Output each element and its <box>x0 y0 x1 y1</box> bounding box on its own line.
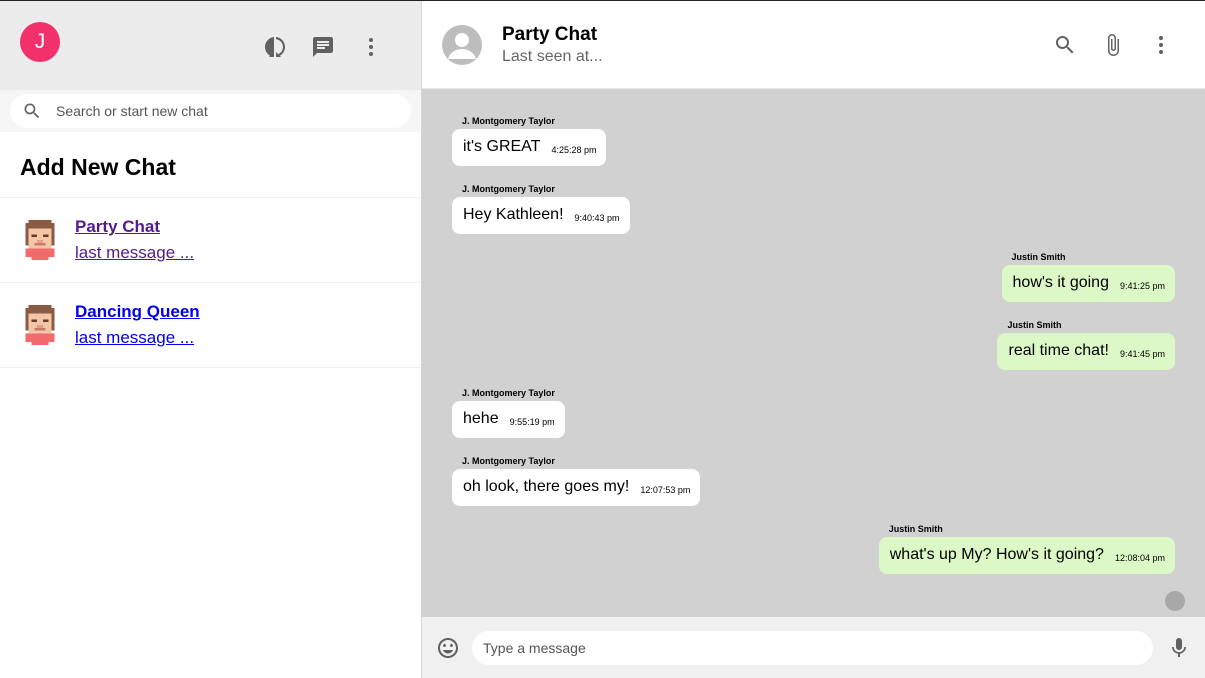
search-box <box>10 94 411 128</box>
pixel-avatar <box>25 220 55 260</box>
chat-app: J Add New Chat <box>0 0 1205 678</box>
message-text: how's it going <box>1012 274 1109 291</box>
message-time: 9:55:19 pm <box>509 417 555 427</box>
message-bubble[interactable]: hehe 9:55:19 pm <box>452 401 565 438</box>
message-bubble[interactable]: what's up My? How's it going? 12:08:04 pm <box>878 537 1175 574</box>
chat-last-message[interactable]: last message ... <box>75 328 200 348</box>
message-row: J. Montgomery Taylor it's GREAT 4:25:28 p… <box>452 116 607 166</box>
message-bubble[interactable]: how's it going 9:41:25 pm <box>1001 265 1175 302</box>
message-time: 9:41:25 pm <box>1119 281 1165 291</box>
message-text: oh look, there goes my! <box>463 478 630 495</box>
message-row: Justin Smith how's it going 9:41:25 pm <box>1001 252 1175 302</box>
message-sender: Justin Smith <box>1011 252 1066 262</box>
chat-list-item[interactable]: Party Chat last message ... <box>0 198 421 283</box>
more-vert-icon[interactable] <box>347 32 395 62</box>
message-sender: J. Montgomery Taylor <box>462 388 555 398</box>
message-time: 12:07:53 pm <box>640 485 691 495</box>
message-bubble[interactable]: oh look, there goes my! 12:07:53 pm <box>452 469 701 506</box>
add-new-chat-label: Add New Chat <box>20 154 176 180</box>
chat-header: Party Chat Last seen at... <box>422 1 1205 89</box>
message-bubble[interactable]: real time chat! 9:41:45 pm <box>997 333 1175 370</box>
message-text: it's GREAT <box>463 138 541 155</box>
message-row: Justin Smith what's up My? How's it goin… <box>878 524 1175 574</box>
message-time: 9:40:43 pm <box>574 213 620 223</box>
message-sender: Justin Smith <box>888 524 943 534</box>
emoji-icon[interactable] <box>436 636 460 660</box>
last-seen: Last seen at... <box>502 47 603 65</box>
pixel-avatar <box>25 305 55 345</box>
chat-icon[interactable] <box>299 32 347 62</box>
sidebar-header: J <box>0 1 421 90</box>
message-row: J. Montgomery Taylor oh look, there goes… <box>452 456 701 506</box>
message-row: Justin Smith real time chat! 9:41:45 pm <box>997 320 1175 370</box>
status-icon[interactable] <box>251 32 299 62</box>
message-text: real time chat! <box>1008 342 1109 359</box>
person-icon <box>448 32 476 59</box>
message-input-box <box>472 630 1153 665</box>
message-time: 12:08:04 pm <box>1114 553 1165 563</box>
more-vert-icon[interactable] <box>1137 30 1185 60</box>
user-avatar[interactable]: J <box>20 22 60 62</box>
search-container <box>0 90 421 132</box>
message-bubble[interactable]: Hey Kathleen! 9:40:43 pm <box>452 197 630 234</box>
message-text: hehe <box>463 410 499 427</box>
message-list[interactable]: J. Montgomery Taylor it's GREAT 4:25:28 p… <box>422 89 1205 617</box>
message-text: Hey Kathleen! <box>463 206 564 223</box>
mic-icon[interactable] <box>1167 636 1191 660</box>
scroll-down-button[interactable] <box>1165 591 1185 611</box>
message-sender: J. Montgomery Taylor <box>462 184 555 194</box>
chat-info[interactable]: Party Chat Last seen at... <box>502 24 603 66</box>
message-time: 4:25:28 pm <box>551 145 597 155</box>
contact-avatar[interactable] <box>442 24 482 65</box>
message-sender: J. Montgomery Taylor <box>462 116 555 126</box>
message-sender: J. Montgomery Taylor <box>462 456 555 466</box>
chat-last-message[interactable]: last message ... <box>75 243 194 263</box>
sidebar: J Add New Chat <box>0 1 422 678</box>
message-sender: Justin Smith <box>1007 320 1062 330</box>
chat-panel: Party Chat Last seen at... J. Montgomery… <box>422 1 1205 678</box>
message-row: J. Montgomery Taylor hehe 9:55:19 pm <box>452 388 565 438</box>
message-time: 9:41:45 pm <box>1119 349 1165 359</box>
attach-icon[interactable] <box>1089 30 1137 60</box>
search-input[interactable] <box>56 103 376 119</box>
sidebar-actions <box>251 32 395 62</box>
message-text: what's up My? How's it going? <box>889 546 1104 563</box>
chat-title: Party Chat <box>502 23 598 45</box>
message-bubble[interactable]: it's GREAT 4:25:28 pm <box>452 129 607 166</box>
chat-actions <box>1041 30 1185 60</box>
add-new-chat[interactable]: Add New Chat <box>0 132 421 198</box>
message-input[interactable] <box>483 639 1142 656</box>
composer <box>422 617 1205 678</box>
search-icon <box>24 103 40 119</box>
message-row: J. Montgomery Taylor Hey Kathleen! 9:40:4… <box>452 184 630 234</box>
chat-list-item[interactable]: Dancing Queen last message ... <box>0 283 421 368</box>
search-icon[interactable] <box>1041 30 1089 60</box>
chat-name[interactable]: Dancing Queen <box>75 302 200 322</box>
chat-name[interactable]: Party Chat <box>75 217 194 237</box>
user-initial: J <box>34 30 46 53</box>
